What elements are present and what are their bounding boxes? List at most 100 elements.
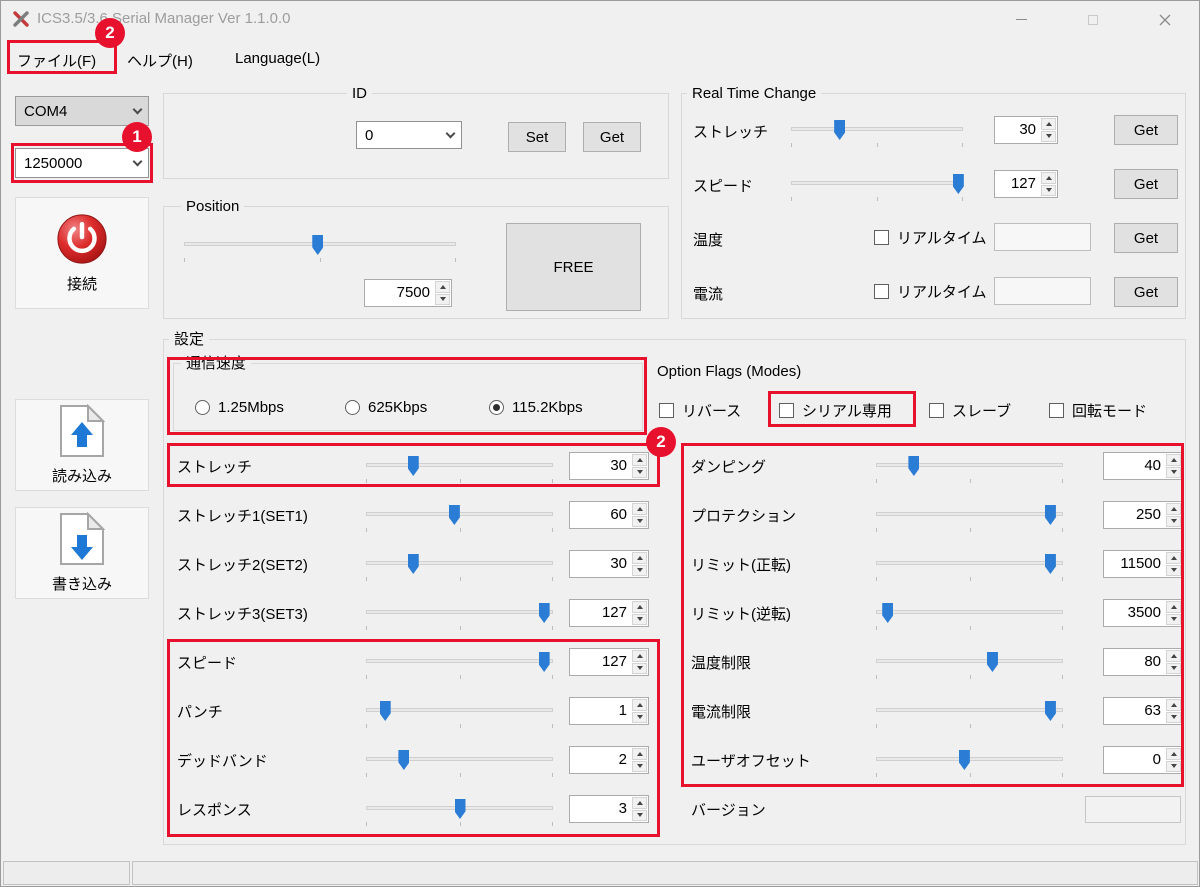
rt-stretch-slider[interactable] <box>791 115 963 147</box>
spinner-down-button[interactable] <box>632 613 647 625</box>
spinner-value[interactable]: 30 <box>570 453 631 479</box>
rt-temperature-realtime-checkbox[interactable]: リアルタイム <box>874 227 987 248</box>
spinner-value[interactable]: 7500 <box>365 280 434 306</box>
spinner-up-button[interactable] <box>632 699 647 711</box>
slider-track[interactable] <box>876 561 1063 565</box>
spinner-down-button[interactable] <box>1166 662 1181 674</box>
slider-thumb[interactable] <box>1044 554 1056 574</box>
spinner-value[interactable]: 60 <box>570 502 631 528</box>
spinner-up-button[interactable] <box>632 601 647 613</box>
spinner-value[interactable]: 3 <box>570 796 631 822</box>
position-slider[interactable] <box>184 230 456 262</box>
spinner-value[interactable]: 127 <box>995 171 1040 197</box>
param-slider[interactable] <box>876 500 1063 532</box>
slider-track[interactable] <box>366 659 553 663</box>
checkbox-reverse[interactable]: リバース <box>659 400 741 421</box>
spinner-value[interactable]: 63 <box>1104 698 1165 724</box>
slider-track[interactable] <box>366 757 553 761</box>
com-port-select[interactable]: COM4 <box>15 96 149 126</box>
spinner-up-button[interactable] <box>632 748 647 760</box>
id-set-button[interactable]: Set <box>508 122 566 152</box>
radio-1-25mbps[interactable]: 1.25Mbps <box>195 399 284 416</box>
close-button[interactable] <box>1145 1 1185 38</box>
spinner-value[interactable]: 127 <box>570 649 631 675</box>
spinner-up-button[interactable] <box>1041 118 1056 130</box>
spinner-down-button[interactable] <box>632 466 647 478</box>
rt-current-realtime-checkbox[interactable]: リアルタイム <box>874 281 987 302</box>
spinner-down-button[interactable] <box>632 809 647 821</box>
slider-track[interactable] <box>876 512 1063 516</box>
spinner-up-button[interactable] <box>1166 699 1181 711</box>
slider-thumb[interactable] <box>398 750 410 770</box>
connect-button[interactable]: 接続 <box>15 197 149 309</box>
spinner-down-button[interactable] <box>1041 184 1056 196</box>
spinner-up-button[interactable] <box>632 797 647 809</box>
rt-stretch-get-button[interactable]: Get <box>1114 115 1178 145</box>
menu-help[interactable]: ヘルプ(H) <box>121 47 199 74</box>
spinner-up-button[interactable] <box>1166 454 1181 466</box>
spinner-down-button[interactable] <box>632 760 647 772</box>
slider-thumb[interactable] <box>834 120 846 140</box>
param-slider[interactable] <box>876 647 1063 679</box>
param-slider[interactable] <box>876 745 1063 777</box>
spinner-up-button[interactable] <box>632 650 647 662</box>
rt-current-get-button[interactable]: Get <box>1114 277 1178 307</box>
slider-thumb[interactable] <box>407 554 419 574</box>
slider-track[interactable] <box>791 181 963 185</box>
slider-thumb[interactable] <box>448 505 460 525</box>
slider-track[interactable] <box>876 610 1063 614</box>
id-select[interactable]: 0 <box>356 121 462 149</box>
slider-track[interactable] <box>366 463 553 467</box>
slider-track[interactable] <box>876 659 1063 663</box>
checkbox-serial-only[interactable]: シリアル専用 <box>779 400 892 421</box>
rt-speed-slider[interactable] <box>791 169 964 201</box>
slider-track[interactable] <box>876 463 1063 467</box>
spinner-down-button[interactable] <box>1166 515 1181 527</box>
slider-thumb[interactable] <box>1044 505 1056 525</box>
spinner-value[interactable]: 11500 <box>1104 551 1165 577</box>
param-slider[interactable] <box>366 451 553 483</box>
spinner-up-button[interactable] <box>632 503 647 515</box>
write-button[interactable]: 書き込み <box>15 507 149 599</box>
spinner-value[interactable]: 3500 <box>1104 600 1165 626</box>
spinner-up-button[interactable] <box>1166 552 1181 564</box>
spinner-up-button[interactable] <box>632 552 647 564</box>
spinner-value[interactable]: 0 <box>1104 747 1165 773</box>
spinner-value[interactable]: 30 <box>570 551 631 577</box>
slider-thumb[interactable] <box>379 701 391 721</box>
slider-track[interactable] <box>876 708 1063 712</box>
spinner-value[interactable]: 2 <box>570 747 631 773</box>
spinner-down-button[interactable] <box>1166 466 1181 478</box>
slider-thumb[interactable] <box>538 603 550 623</box>
param-slider[interactable] <box>366 549 553 581</box>
id-get-button[interactable]: Get <box>583 122 641 152</box>
slider-thumb[interactable] <box>1044 701 1056 721</box>
slider-track[interactable] <box>366 610 553 614</box>
rt-current-value-box[interactable] <box>994 277 1091 305</box>
checkbox-rotation-mode[interactable]: 回転モード <box>1049 400 1147 421</box>
param-slider[interactable] <box>366 696 553 728</box>
rt-speed-get-button[interactable]: Get <box>1114 169 1178 199</box>
slider-thumb[interactable] <box>538 652 550 672</box>
spinner-value[interactable]: 1 <box>570 698 631 724</box>
param-slider[interactable] <box>366 745 553 777</box>
rt-temperature-value-box[interactable] <box>994 223 1091 251</box>
free-button[interactable]: FREE <box>506 223 641 311</box>
spinner-down-button[interactable] <box>632 515 647 527</box>
spinner-value[interactable]: 250 <box>1104 502 1165 528</box>
param-slider[interactable] <box>876 549 1063 581</box>
param-slider[interactable] <box>876 696 1063 728</box>
spinner-down-button[interactable] <box>1166 613 1181 625</box>
menu-language[interactable]: Language(L) <box>229 47 326 70</box>
radio-625kbps[interactable]: 625Kbps <box>345 399 427 416</box>
spinner-value[interactable]: 80 <box>1104 649 1165 675</box>
spinner-down-button[interactable] <box>1041 130 1056 142</box>
read-button[interactable]: 読み込み <box>15 399 149 491</box>
spinner-value[interactable]: 40 <box>1104 453 1165 479</box>
spinner-down-button[interactable] <box>632 662 647 674</box>
spinner-value[interactable]: 127 <box>570 600 631 626</box>
radio-115-2kbps[interactable]: 115.2Kbps <box>489 399 583 416</box>
slider-thumb[interactable] <box>407 456 419 476</box>
slider-track[interactable] <box>366 561 553 565</box>
spinner-down-button[interactable] <box>1166 711 1181 723</box>
